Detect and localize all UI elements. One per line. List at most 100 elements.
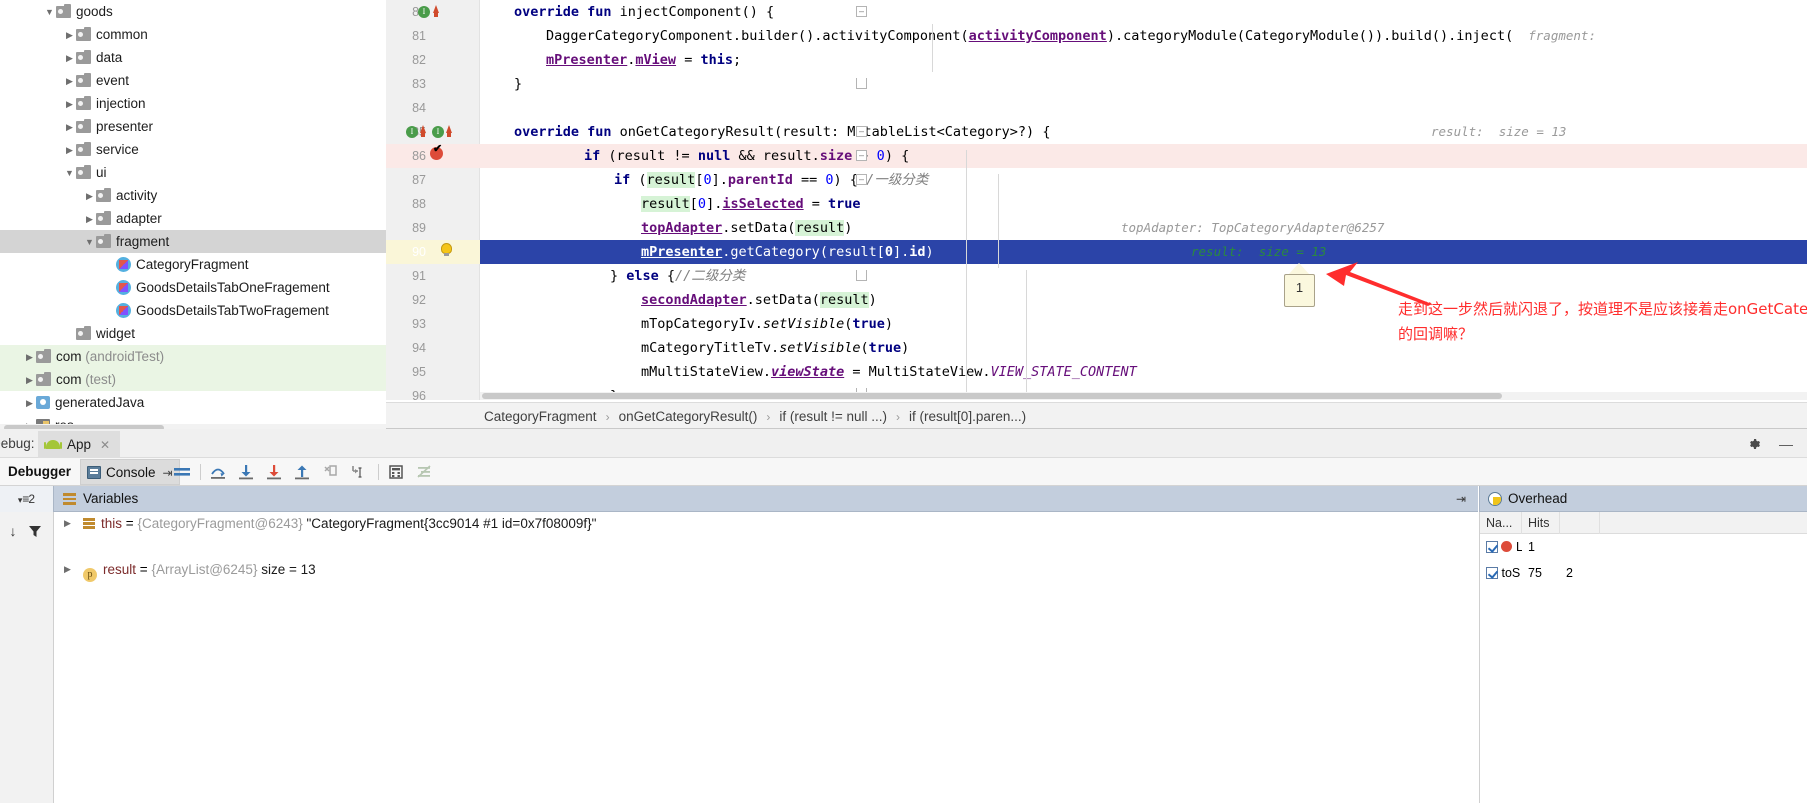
close-icon[interactable]: ✕: [100, 438, 110, 452]
tree-item-categoryfragment[interactable]: CategoryFragment: [0, 253, 386, 276]
project-tree-panel[interactable]: ▼ goods ▶ common ▶ data ▶ event ▶ injection ▶ prese…: [0, 0, 386, 432]
drop-frame-button[interactable]: [320, 462, 340, 482]
overhead-panel-header[interactable]: Overhead: [1479, 486, 1807, 512]
twisty-icon[interactable]: ▶: [64, 512, 71, 535]
twisty-icon[interactable]: ▶: [23, 369, 36, 392]
code-line-86[interactable]: 86if (result != null && result.size > 0)…: [386, 144, 1807, 168]
twisty-icon[interactable]: ▼: [83, 231, 96, 254]
twisty-icon[interactable]: ▶: [83, 208, 96, 231]
implementing-arrow-icon-80[interactable]: [433, 5, 439, 13]
override-marker-icon-80[interactable]: I: [418, 6, 430, 18]
tree-item-presenter[interactable]: ▶ presenter: [0, 115, 386, 138]
twisty-icon[interactable]: ▶: [83, 185, 96, 208]
tree-item-activity[interactable]: ▶ activity: [0, 184, 386, 207]
debugger-toolbar[interactable]: Debugger Console ⇥: [0, 458, 1807, 486]
hide-window-button[interactable]: —: [1777, 435, 1795, 453]
jump-to-source-button[interactable]: ↓: [4, 522, 22, 540]
code-editor[interactable]: 80override fun injectComponent() {81 Dagg…: [386, 0, 1807, 400]
run-to-cursor-button[interactable]: [348, 462, 368, 482]
breadcrumb-item-3[interactable]: if (result[0].paren...): [909, 403, 1026, 430]
tree-item-com[interactable]: ▶ com (test): [0, 368, 386, 391]
breadcrumb-item-2[interactable]: if (result != null ...): [779, 403, 887, 430]
tree-item-com[interactable]: ▶ com (androidTest): [0, 345, 386, 368]
overhead-table-row[interactable]: toS 75 2: [1480, 560, 1807, 586]
tree-item-event[interactable]: ▶ event: [0, 69, 386, 92]
code-line-83[interactable]: 83}: [386, 72, 1807, 96]
code-line-81[interactable]: 81 DaggerCategoryComponent.builder().acti…: [386, 24, 1807, 48]
tree-item-generatedjava[interactable]: ▶ generatedJava: [0, 391, 386, 414]
twisty-icon[interactable]: ▶: [63, 139, 76, 162]
tree-item-widget[interactable]: widget: [0, 322, 386, 345]
evaluate-expression-button[interactable]: [386, 462, 406, 482]
tab-debugger[interactable]: Debugger: [8, 458, 71, 486]
tree-item-fragment[interactable]: ▼ fragment: [0, 230, 386, 253]
twisty-icon[interactable]: ▶: [23, 346, 36, 369]
overhead-column-header-1[interactable]: Hits: [1522, 512, 1560, 534]
frames-count-selector[interactable]: ▾≡2: [0, 486, 54, 512]
fold-collapse-icon-85[interactable]: –: [856, 126, 867, 137]
step-out-button[interactable]: [292, 462, 312, 482]
variable-row-result[interactable]: ▶ p result = {ArrayList@6245} size = 13: [55, 558, 1478, 582]
code-line-90[interactable]: 90 mPresenter.getCategory(result[0].id) re…: [386, 240, 1807, 264]
code-line-95[interactable]: 95 mMultiStateView.viewState = MultiState…: [386, 360, 1807, 384]
twisty-icon[interactable]: ▶: [63, 116, 76, 139]
variables-tree[interactable]: ▶ this = {CategoryFragment@6243} "Categor…: [55, 512, 1478, 803]
code-line-88[interactable]: 88 result[0].isSelected = true: [386, 192, 1807, 216]
overhead-table-body[interactable]: L1 toS 75 2: [1480, 534, 1807, 586]
tree-item-goods[interactable]: ▼ goods: [0, 0, 386, 23]
step-into-button[interactable]: [236, 462, 256, 482]
code-line-84[interactable]: 84: [386, 96, 1807, 120]
filter-button[interactable]: [26, 522, 44, 540]
step-over-button[interactable]: [208, 462, 228, 482]
tree-item-injection[interactable]: ▶ injection: [0, 92, 386, 115]
twisty-icon[interactable]: ▶: [64, 558, 71, 581]
variable-row-this[interactable]: ▶ this = {CategoryFragment@6243} "Categor…: [55, 512, 1478, 535]
tree-item-common[interactable]: ▶ common: [0, 23, 386, 46]
editor-horizontal-scrollbar[interactable]: [480, 392, 1807, 400]
breakpoint-icon-86[interactable]: ✔: [430, 143, 443, 160]
variables-side-toolbar[interactable]: ↓ + − ▲ ▼ ∞ onGeonNeonNeonNeonNeonNe: [0, 512, 71, 803]
debug-session-tab-app[interactable]: App ✕: [38, 431, 121, 458]
twisty-icon[interactable]: ▶: [63, 93, 76, 116]
fold-collapse-icon-87[interactable]: –: [856, 174, 867, 185]
breadcrumb[interactable]: CategoryFragment › onGetCategoryResult() › i…: [386, 402, 1807, 429]
twisty-icon[interactable]: ▶: [63, 47, 76, 70]
implementing-arrow-icon-85b[interactable]: [446, 125, 452, 133]
code-line-87[interactable]: 87 if (result[0].parentId == 0) {//一级分类: [386, 168, 1807, 192]
gear-icon[interactable]: [1747, 435, 1765, 453]
twisty-icon[interactable]: ▶: [63, 70, 76, 93]
overhead-column-header-2[interactable]: [1560, 512, 1600, 534]
fold-collapse-icon-86[interactable]: –: [856, 150, 867, 161]
tab-console[interactable]: Console ⇥: [80, 459, 180, 485]
twisty-icon[interactable]: ▼: [63, 162, 76, 185]
pin-icon[interactable]: ⇥: [1456, 492, 1466, 506]
implementing-arrow-icon-85a[interactable]: [420, 125, 426, 133]
scrollbar-thumb[interactable]: [482, 393, 1502, 399]
tree-item-data[interactable]: ▶ data: [0, 46, 386, 69]
tree-item-goodsdetailstabonefragement[interactable]: GoodsDetailsTabOneFragement: [0, 276, 386, 299]
enable-checkbox[interactable]: [1486, 567, 1498, 579]
enable-checkbox[interactable]: [1486, 541, 1498, 553]
force-step-into-button[interactable]: [264, 462, 284, 482]
code-line-80[interactable]: 80override fun injectComponent() {: [386, 0, 1807, 24]
fold-collapse-icon-80[interactable]: –: [856, 6, 867, 17]
overhead-cell-name[interactable]: L: [1480, 534, 1522, 560]
overhead-cell-name[interactable]: toS: [1480, 560, 1522, 586]
tree-item-goodsdetailstabtwofragement[interactable]: GoodsDetailsTabTwoFragement: [0, 299, 386, 322]
twisty-icon[interactable]: ▼: [43, 1, 56, 24]
override-marker-icon-85b[interactable]: I: [432, 126, 444, 138]
twisty-icon[interactable]: ▶: [23, 392, 36, 415]
code-line-85[interactable]: 85 override fun onGetCategoryResult(resul…: [386, 120, 1807, 144]
breadcrumb-item-0[interactable]: CategoryFragment: [484, 403, 597, 430]
tree-item-service[interactable]: ▶ service: [0, 138, 386, 161]
show-execution-point-button[interactable]: [172, 462, 192, 482]
code-line-82[interactable]: 82 mPresenter.mView = this;: [386, 48, 1807, 72]
twisty-icon[interactable]: ▶: [63, 24, 76, 47]
overhead-column-header-0[interactable]: Na...: [1480, 512, 1522, 534]
tree-item-adapter[interactable]: ▶ adapter: [0, 207, 386, 230]
overhead-table[interactable]: Na... Hits L1 toS 75 2: [1479, 512, 1807, 803]
intention-bulb-icon-90[interactable]: [441, 243, 452, 254]
breadcrumb-item-1[interactable]: onGetCategoryResult(): [619, 403, 758, 430]
code-line-89[interactable]: 89 topAdapter.setData(result) topAdapter: …: [386, 216, 1807, 240]
code-line-91[interactable]: 91} else {//二级分类: [386, 264, 1807, 288]
